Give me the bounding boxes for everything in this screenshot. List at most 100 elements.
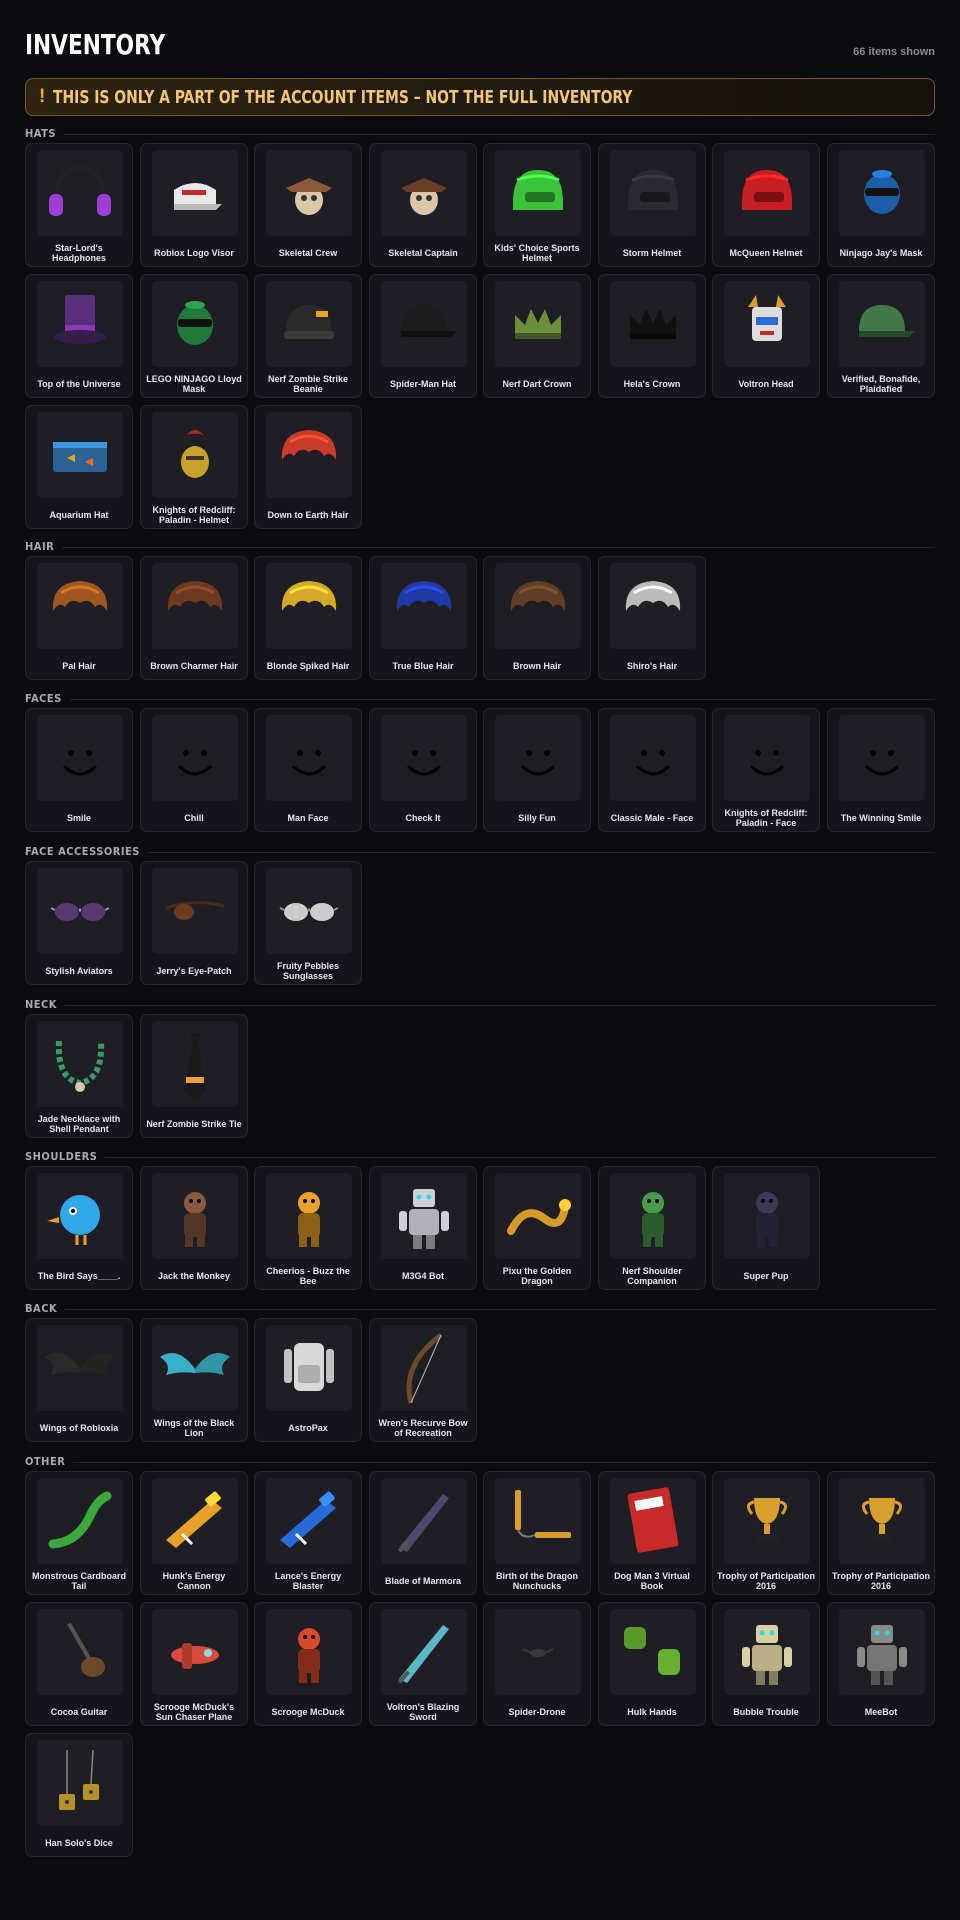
item-card[interactable]: Voltron's Blazing Sword — [369, 1602, 477, 1726]
item-name: The Winning Smile — [840, 813, 922, 823]
section-divider — [25, 547, 935, 548]
item-card[interactable]: McQueen Helmet — [712, 143, 820, 267]
item-card[interactable]: Lance's Energy Blaster — [254, 1471, 362, 1595]
item-card[interactable]: Down to Earth Hair — [254, 405, 362, 529]
item-card[interactable]: Hulk Hands — [598, 1602, 706, 1726]
item-name: Smile — [66, 813, 91, 823]
hands-icon — [610, 1609, 696, 1695]
section-label: BACK — [25, 1302, 66, 1315]
item-card[interactable]: The Bird Says____. — [25, 1166, 133, 1290]
item-card[interactable]: Nerf Zombie Strike Tie — [140, 1014, 248, 1138]
face-icon — [152, 715, 238, 801]
item-card[interactable]: Monstrous Cardboard Tail — [25, 1471, 133, 1595]
skull-hat-icon — [266, 150, 352, 236]
item-name: Voltron Head — [738, 379, 794, 389]
item-card[interactable]: Birth of the Dragon Nunchucks — [483, 1471, 591, 1595]
item-card[interactable]: Trophy of Participation 2016 — [827, 1471, 935, 1595]
item-name: Hela's Crown — [623, 379, 681, 389]
item-card[interactable]: Cheerios - Buzz the Bee — [254, 1166, 362, 1290]
item-card[interactable]: Knights of Redcliff: Paladin - Face — [712, 708, 820, 832]
section-divider — [25, 1157, 935, 1158]
bird-icon — [37, 1173, 123, 1259]
cannon-icon — [152, 1478, 238, 1564]
item-card[interactable]: Dog Man 3 Virtual Book — [598, 1471, 706, 1595]
item-card[interactable]: Silly Fun — [483, 708, 591, 832]
item-card[interactable]: Blade of Marmora — [369, 1471, 477, 1595]
top-hat-icon — [37, 281, 123, 367]
item-card[interactable]: Aquarium Hat — [25, 405, 133, 529]
item-card[interactable]: M3G4 Bot — [369, 1166, 477, 1290]
book-icon — [610, 1478, 696, 1564]
item-card[interactable]: Skeletal Crew — [254, 143, 362, 267]
section-label: FACE ACCESSORIES — [25, 845, 148, 858]
robot-head-icon — [724, 281, 810, 367]
item-name: Dog Man 3 Virtual Book — [614, 1571, 690, 1591]
item-card[interactable]: Spider-Drone — [483, 1602, 591, 1726]
item-card[interactable]: LEGO NINJAGO Lloyd Mask — [140, 274, 248, 398]
item-card[interactable]: Smile — [25, 708, 133, 832]
item-card[interactable]: Ninjago Jay's Mask — [827, 143, 935, 267]
item-card[interactable]: Shiro's Hair — [598, 556, 706, 680]
item-card[interactable]: Scrooge McDuck — [254, 1602, 362, 1726]
item-card[interactable]: Cocoa Guitar — [25, 1602, 133, 1726]
item-card[interactable]: Jade Necklace with Shell Pendant — [25, 1014, 133, 1138]
item-card[interactable]: Han Solo's Dice — [25, 1733, 133, 1857]
hair-icon — [266, 563, 352, 649]
item-card[interactable]: Stylish Aviators — [25, 861, 133, 985]
zombie-icon — [610, 1173, 696, 1259]
item-card[interactable]: Roblox Logo Visor — [140, 143, 248, 267]
item-card[interactable]: Check It — [369, 708, 477, 832]
plane-icon — [152, 1609, 238, 1695]
item-name: Storm Helmet — [622, 248, 682, 258]
robot-icon — [381, 1173, 467, 1259]
item-card[interactable]: Pixu the Golden Dragon — [483, 1166, 591, 1290]
item-card[interactable]: Star-Lord's Headphones — [25, 143, 133, 267]
item-card[interactable]: Super Pup — [712, 1166, 820, 1290]
item-card[interactable]: Nerf Dart Crown — [483, 274, 591, 398]
item-card[interactable]: The Winning Smile — [827, 708, 935, 832]
section-divider — [25, 1005, 935, 1006]
item-card[interactable]: Top of the Universe — [25, 274, 133, 398]
item-card[interactable]: Wings of the Black Lion — [140, 1318, 248, 1442]
section-neck: NECK Jade Necklace with Shell Pendant Ner… — [25, 998, 935, 1138]
item-card[interactable]: Skeletal Captain — [369, 143, 477, 267]
hair-icon — [381, 563, 467, 649]
item-card[interactable]: Pal Hair — [25, 556, 133, 680]
item-card[interactable]: Man Face — [254, 708, 362, 832]
item-card[interactable]: Hunk's Energy Cannon — [140, 1471, 248, 1595]
item-card[interactable]: Wings of Robloxia — [25, 1318, 133, 1442]
item-name: Jerry's Eye-Patch — [156, 966, 232, 976]
item-card[interactable]: Brown Hair — [483, 556, 591, 680]
item-card[interactable]: Chill — [140, 708, 248, 832]
item-card[interactable]: Spider-Man Hat — [369, 274, 477, 398]
face-icon — [839, 715, 925, 801]
item-card[interactable]: Verified, Bonafide, Plaidafied — [827, 274, 935, 398]
item-card[interactable]: Classic Male - Face — [598, 708, 706, 832]
item-card[interactable]: Blonde Spiked Hair — [254, 556, 362, 680]
item-name: Scrooge McDuck's Sun Chaser Plane — [153, 1702, 235, 1722]
item-card[interactable]: MeeBot — [827, 1602, 935, 1726]
item-card[interactable]: Wren's Recurve Bow of Recreation — [369, 1318, 477, 1442]
item-card[interactable]: AstroPax — [254, 1318, 362, 1442]
item-card[interactable]: Storm Helmet — [598, 143, 706, 267]
blaster-icon — [266, 1478, 352, 1564]
item-name: Voltron's Blazing Sword — [386, 1702, 460, 1722]
beanie-icon — [266, 281, 352, 367]
item-card[interactable]: Hela's Crown — [598, 274, 706, 398]
item-card[interactable]: Scrooge McDuck's Sun Chaser Plane — [140, 1602, 248, 1726]
item-card[interactable]: Brown Charmer Hair — [140, 556, 248, 680]
item-card[interactable]: Jack the Monkey — [140, 1166, 248, 1290]
item-card[interactable]: Nerf Shoulder Companion — [598, 1166, 706, 1290]
item-card[interactable]: Fruity Pebbles Sunglasses — [254, 861, 362, 985]
item-card[interactable]: Kids' Choice Sports Helmet — [483, 143, 591, 267]
item-name: Hunk's Energy Cannon — [162, 1571, 226, 1591]
item-card[interactable]: Voltron Head — [712, 274, 820, 398]
item-card[interactable]: True Blue Hair — [369, 556, 477, 680]
item-card[interactable]: Jerry's Eye-Patch — [140, 861, 248, 985]
item-card[interactable]: Bubble Trouble — [712, 1602, 820, 1726]
item-card[interactable]: Nerf Zombie Strike Beanie — [254, 274, 362, 398]
item-card[interactable]: Trophy of Participation 2016 — [712, 1471, 820, 1595]
item-card[interactable]: Knights of Redcliff: Paladin - Helmet — [140, 405, 248, 529]
warning-banner: ! THIS IS ONLY A PART OF THE ACCOUNT ITE… — [25, 78, 935, 116]
item-name: Check It — [405, 813, 441, 823]
